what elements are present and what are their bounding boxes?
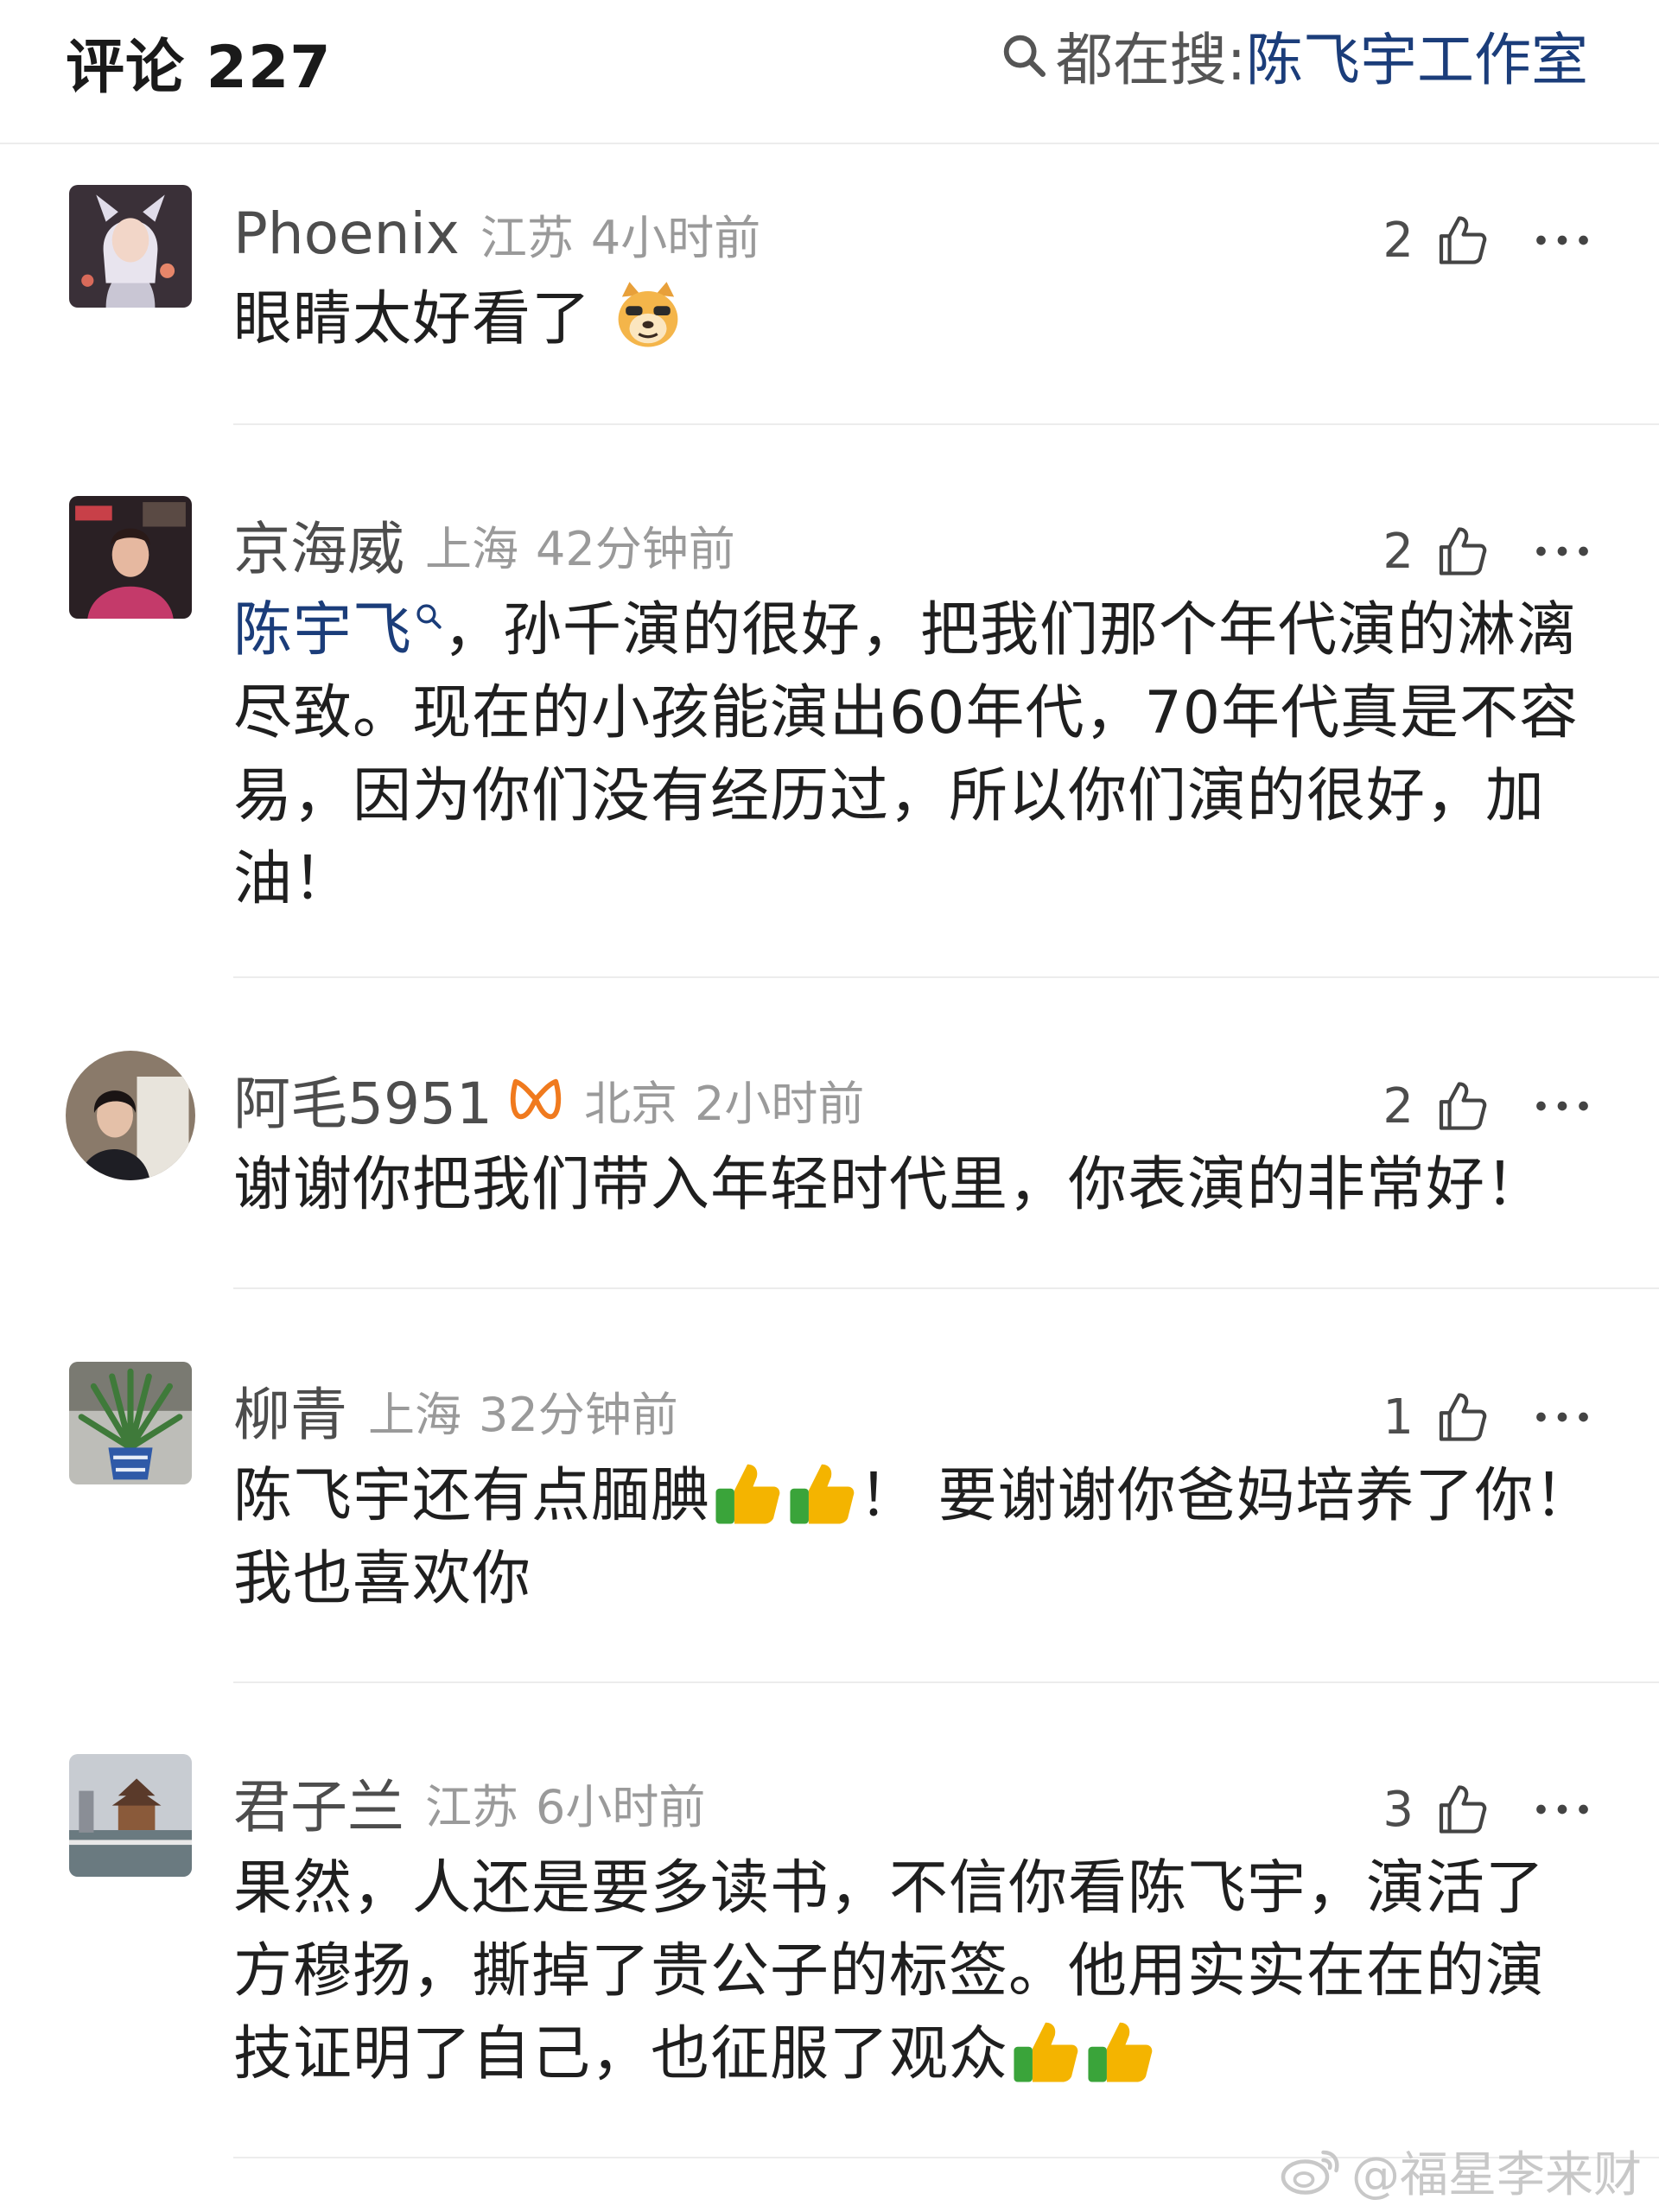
thumbs-up-emoji-icon [1014,2022,1078,2082]
timestamp: 4小时前 [590,210,761,265]
comment-actions: 2 [1382,204,1590,276]
mention-link[interactable]: 陈宇飞 [233,596,412,664]
comment-text: 陈飞宇还有点腼腆！ 要谢谢你爸妈培养了你！ 我也喜欢你 [233,1455,1599,1621]
thumbs-up-emoji-icon [790,1464,855,1524]
comment-actions: 3 [1382,1773,1590,1846]
comment-text: 陈宇飞 ，孙千演的很好，把我们那个年代演的淋漓尽致。现在的小孩能演出60年代，70… [233,589,1599,921]
membership-badge-icon [510,1078,562,1120]
avatar[interactable] [69,496,192,619]
more-options-icon[interactable] [1535,543,1590,560]
like-count: 1 [1382,1389,1414,1446]
thumbs-up-icon[interactable] [1434,1389,1490,1445]
avatar-image [66,1051,195,1180]
comments-header: 评论 227 都在搜: 陈飞宇工作室 [0,0,1659,144]
avatar[interactable] [69,1754,192,1877]
search-label: 都在搜: [1055,27,1246,93]
comment-body: 谢谢你把我们带入年轻时代里，你表演的非常好！ [233,1151,1546,1219]
doge-emoji-icon [618,282,678,347]
avatar-image [69,496,192,619]
like-count: 2 [1382,212,1414,269]
more-options-icon[interactable] [1535,1408,1590,1426]
divider [233,1287,1659,1289]
username[interactable]: Phoenix [233,200,460,267]
username[interactable]: 柳青 [233,1369,347,1452]
like-count: 2 [1382,523,1414,580]
like-count: 3 [1382,1781,1414,1838]
timestamp: 2小时前 [694,1076,865,1131]
comment-text: 眼睛太好看了 [233,278,1599,361]
divider [233,423,1659,425]
thumbs-up-emoji-icon [715,1464,780,1524]
thumbs-up-icon[interactable] [1434,524,1490,579]
divider [233,976,1659,978]
thumbs-up-emoji-icon [1088,2022,1153,2082]
location: 北京 [583,1076,677,1131]
search-term-link[interactable]: 陈飞宇工作室 [1246,14,1588,97]
comment-body: ，孙千演的很好，把我们那个年代演的淋漓尽致。现在的小孩能演出60年代，70年代真… [233,596,1580,913]
comment-meta: 阿毛5951 北京 2小时前 [233,1063,865,1137]
avatar-image [69,185,192,308]
avatar[interactable] [69,1362,192,1484]
thumbs-up-icon[interactable] [1434,1078,1490,1134]
location: 上海 [425,521,518,576]
comment-body: 果然，人还是要多读书，不信你看陈飞宇，演活了方穆扬，撕掉了贵公子的标签。他用实实… [233,1854,1546,2088]
search-icon [1003,35,1046,78]
comments-title: 评论 227 [66,34,332,102]
divider [233,1681,1659,1683]
username[interactable]: 阿毛5951 [233,1058,493,1141]
avatar-image [69,1754,192,1877]
more-options-icon[interactable] [1535,1801,1590,1818]
more-options-icon[interactable] [1535,232,1590,249]
location: 江苏 [425,1779,518,1834]
location: 江苏 [480,210,574,265]
search-icon[interactable] [414,601,443,631]
username[interactable]: 君子兰 [233,1761,404,1844]
comment-actions: 2 [1382,515,1590,588]
location: 上海 [368,1387,461,1442]
comment-text: 果然，人还是要多读书，不信你看陈飞宇，演活了方穆扬，撕掉了贵公子的标签。他用实实… [233,1847,1599,2096]
comment-body: 陈飞宇还有点腼腆 [233,1462,711,1530]
comment-meta: 柳青 上海 32分钟前 [233,1374,678,1448]
avatar-image [69,1362,192,1484]
comment-meta: Phoenix 江苏 4小时前 [233,197,760,270]
username[interactable]: 京海威 [233,503,404,586]
avatar[interactable] [69,185,192,308]
weibo-logo-icon [1281,2150,1339,2195]
comment-actions: 1 [1382,1381,1590,1453]
watermark-text: @福星李来财 [1351,2146,1642,2203]
thumbs-up-icon[interactable] [1434,213,1490,268]
trending-search[interactable]: 都在搜: 陈飞宇工作室 [999,21,1588,93]
thumbs-up-icon[interactable] [1434,1782,1490,1837]
comment-text: 谢谢你把我们带入年轻时代里，你表演的非常好！ [233,1144,1599,1227]
timestamp: 32分钟前 [479,1387,678,1442]
timestamp: 42分钟前 [536,521,735,576]
like-count: 2 [1382,1077,1414,1135]
watermark: @福星李来财 [1277,2136,1642,2205]
comment-body: 眼睛太好看了 [233,285,592,353]
timestamp: 6小时前 [536,1779,706,1834]
comment-meta: 京海威 上海 42分钟前 [233,508,735,582]
more-options-icon[interactable] [1535,1097,1590,1115]
avatar[interactable] [66,1051,195,1180]
comment-meta: 君子兰 江苏 6小时前 [233,1766,706,1840]
comment-actions: 2 [1382,1070,1590,1142]
